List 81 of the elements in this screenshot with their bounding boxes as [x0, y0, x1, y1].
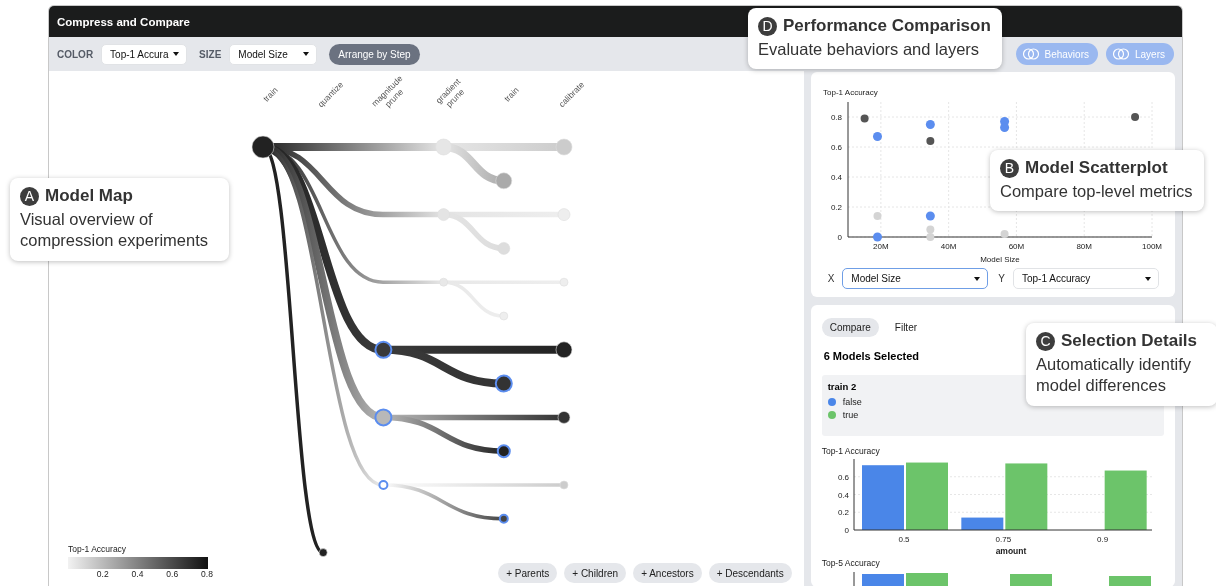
tick-label: 0.75	[995, 535, 1011, 544]
tick-label: 0.4	[830, 173, 842, 182]
color-label: COLOR	[57, 48, 94, 60]
bar	[1005, 463, 1047, 530]
expand-button[interactable]: + Children	[564, 563, 627, 583]
axis-title: amount	[995, 546, 1026, 556]
chart-title: Top-1 Accuracy	[821, 446, 881, 456]
legend-title: Top-1 Accuracy	[68, 544, 128, 554]
letter-badge: B	[1000, 158, 1019, 178]
tick-label: 100M	[1141, 242, 1162, 251]
tick-label: 0.6	[830, 143, 842, 152]
tick-label: 0.8	[830, 113, 842, 122]
bar	[1104, 470, 1147, 530]
tick-label: 20M	[872, 242, 889, 251]
legend-label: true	[842, 410, 859, 420]
step-label: train	[260, 84, 281, 106]
letter-badge: C	[1036, 331, 1055, 351]
tick-label: 0.4	[131, 569, 144, 579]
model-node[interactable]	[374, 408, 393, 427]
data-point[interactable]	[925, 211, 935, 221]
selection-heading: 6 Models Selected	[823, 350, 921, 362]
step-label: train	[500, 84, 522, 106]
expand-button[interactable]: + Ancestors	[633, 563, 702, 583]
callout-title: Selection Details	[1061, 331, 1198, 351]
chart-title: Top-5 Accuracy	[821, 558, 881, 568]
axis-label: Y	[998, 273, 1005, 284]
size-select[interactable]: Model Size	[229, 43, 318, 65]
tab[interactable]: Filter	[886, 318, 926, 337]
data-point[interactable]	[999, 123, 1009, 132]
data-point[interactable]	[872, 232, 882, 242]
legend-label: false	[842, 397, 862, 407]
model-node[interactable]	[494, 374, 513, 393]
tick-label: 80M	[1076, 242, 1092, 251]
data-point[interactable]	[872, 132, 882, 141]
tick-label: 60M	[1008, 242, 1024, 251]
bar	[861, 465, 904, 530]
tick-label: 0.2	[830, 203, 842, 212]
callout-text: Evaluate behaviors and layers	[758, 39, 981, 60]
tick-label: 0.6	[166, 569, 179, 579]
bar	[905, 462, 948, 530]
size-label: SIZE	[199, 48, 222, 60]
callout-title: Model Map	[45, 186, 133, 206]
expand-button[interactable]: + Descendants	[708, 563, 792, 583]
tab[interactable]: Compare	[821, 318, 879, 337]
y-axis-select[interactable]: Top-1 Accuracy	[1013, 268, 1159, 289]
axis-label: X	[827, 273, 835, 284]
tick-label: 0	[837, 233, 842, 242]
callout-title: Model Scatterplot	[1025, 158, 1168, 178]
model-node[interactable]	[374, 340, 393, 359]
tick-label: 0.2	[837, 508, 849, 518]
model-node[interactable]	[378, 480, 389, 490]
tick-label: 0.6	[837, 472, 849, 482]
axis-title: Top-1 Accuracy	[822, 88, 878, 97]
model-node[interactable]	[498, 513, 509, 524]
x-axis-select[interactable]: Model Size	[842, 268, 989, 289]
tick-label: 0.4	[837, 490, 849, 500]
data-point[interactable]	[1130, 113, 1139, 121]
expand-button[interactable]: + Parents	[498, 563, 558, 583]
legend-title: train 2	[827, 381, 857, 392]
data-point[interactable]	[860, 114, 869, 123]
tick-label: 0	[844, 526, 849, 535]
data-point[interactable]	[1000, 230, 1009, 238]
letter-badge: A	[20, 186, 39, 206]
tick-label: 40M	[940, 242, 957, 251]
tick-label: 0.5	[898, 535, 910, 544]
callout-text: Compare top-level metrics	[1000, 181, 1193, 202]
arrange-button[interactable]: Arrange by Step	[329, 43, 420, 65]
callout-title: Performance Comparison	[783, 16, 991, 36]
overlap-circles-icon	[1021, 48, 1040, 60]
axis-title: Model Size	[979, 255, 1020, 264]
tick-label: 0.9	[1096, 535, 1108, 544]
color-select[interactable]: Top-1 Accura	[101, 43, 188, 65]
tick-label: 0.8	[201, 569, 213, 579]
callout-text: Automatically identify model differences	[1036, 354, 1192, 397]
data-point[interactable]	[926, 137, 934, 145]
overlap-circles-icon	[1112, 48, 1130, 60]
data-point[interactable]	[925, 120, 935, 129]
model-node[interactable]	[496, 444, 511, 459]
callout-text: Visual overview of compression experiments	[20, 209, 209, 252]
letter-badge: D	[758, 16, 777, 36]
tick-label: 0.2	[96, 569, 109, 579]
